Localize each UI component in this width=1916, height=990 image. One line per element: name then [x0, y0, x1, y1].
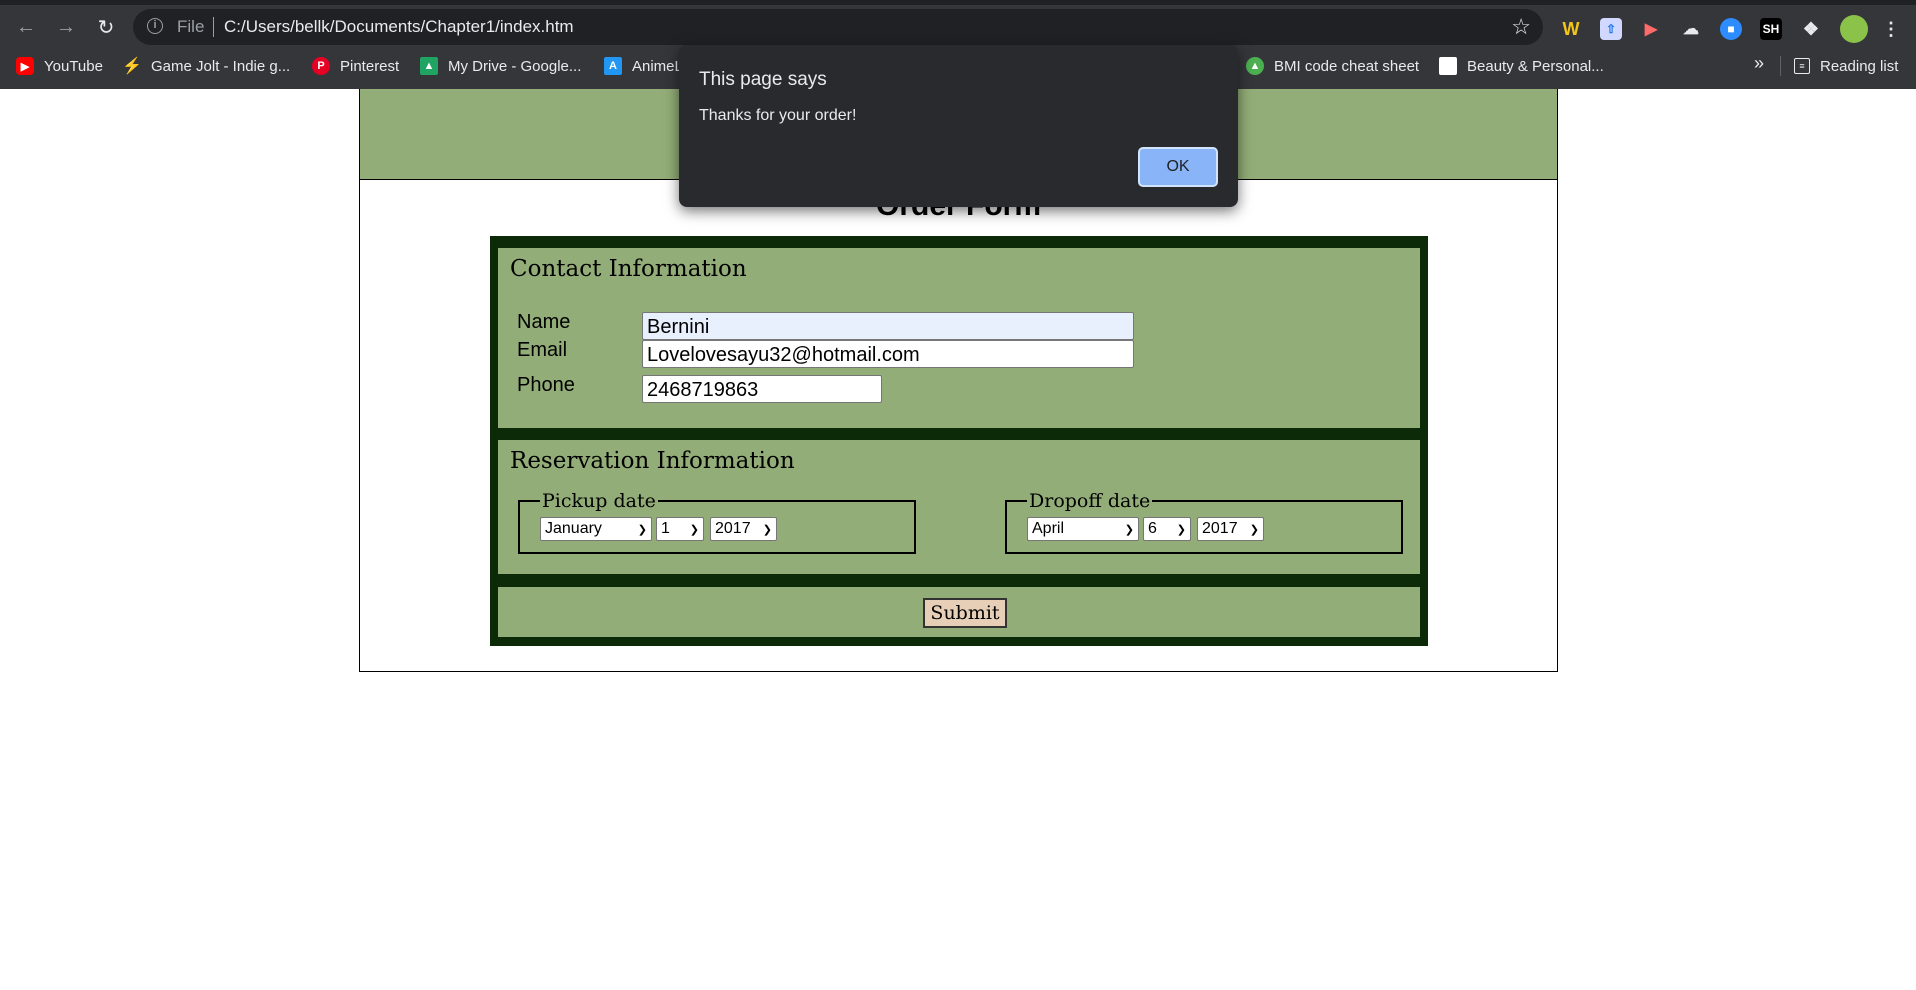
beauty-icon: [1439, 57, 1457, 75]
pickup-month-value: January: [545, 520, 602, 537]
reload-button[interactable]: ↻: [91, 12, 121, 42]
google-drive-icon: ▲: [420, 57, 438, 75]
extension-sh-icon[interactable]: SH: [1760, 18, 1782, 40]
arrow-left-icon: ←: [16, 15, 36, 38]
bookmark-label: Beauty & Personal...: [1467, 57, 1604, 75]
reading-list-icon: ≡: [1794, 58, 1810, 74]
dropoff-day-value: 6: [1148, 520, 1157, 537]
pinterest-icon: P: [312, 57, 330, 75]
info-icon[interactable]: i: [147, 18, 163, 34]
bookmark-pinterest[interactable]: P Pinterest: [312, 55, 399, 77]
contact-section: Contact Information Name Bernini Email L…: [498, 248, 1420, 428]
bookmarks-overflow-button[interactable]: »: [1754, 53, 1764, 74]
bookmark-google-drive[interactable]: ▲ My Drive - Google...: [420, 55, 581, 77]
dropoff-legend: Dropoff date: [1027, 490, 1153, 512]
arrow-right-icon: →: [56, 15, 76, 38]
phone-label: Phone: [517, 374, 575, 396]
pickup-fieldset: Pickup date January ❯ 1 ❯ 2017 ❯: [518, 490, 916, 554]
dialog-title: This page says: [699, 69, 827, 90]
chevron-down-icon: ❯: [1124, 523, 1134, 536]
extension-cloud-icon[interactable]: ☁: [1680, 18, 1702, 40]
bookmark-label: Pinterest: [340, 57, 400, 75]
anime-icon: A: [604, 57, 622, 75]
alert-dialog: This page says Thanks for your order! OK: [679, 45, 1238, 207]
extension-zoom-icon[interactable]: ■: [1720, 18, 1742, 40]
pickup-year-select[interactable]: 2017 ❯: [710, 517, 777, 541]
address-bar[interactable]: i File C:/Users/bellk/Documents/Chapter1…: [133, 9, 1543, 45]
extension-upload-icon[interactable]: ⇧: [1600, 18, 1622, 40]
email-label: Email: [517, 339, 568, 361]
dropoff-year-value: 2017: [1202, 520, 1238, 537]
chevron-down-icon: ❯: [1249, 523, 1259, 536]
extension-video-icon[interactable]: ▶: [1640, 18, 1662, 40]
email-field[interactable]: Lovelovesayu32@hotmail.com: [642, 340, 1134, 368]
gamejolt-icon: ⚡: [122, 58, 142, 75]
profile-avatar[interactable]: [1840, 15, 1868, 43]
pickup-month-select[interactable]: January ❯: [540, 517, 652, 541]
bookmark-youtube[interactable]: ▶ YouTube: [16, 55, 103, 77]
bookmark-label: AnimeL: [632, 57, 683, 75]
forward-button[interactable]: →: [51, 12, 81, 42]
dropoff-month-select[interactable]: April ❯: [1027, 517, 1139, 541]
bookmark-bmi[interactable]: ▲ BMI code cheat sheet: [1246, 55, 1419, 77]
contact-heading: Contact Information: [510, 256, 747, 282]
phone-field[interactable]: 2468719863: [642, 375, 882, 403]
address-url[interactable]: C:/Users/bellk/Documents/Chapter1/index.…: [224, 17, 574, 37]
submit-section: Submit: [498, 587, 1420, 637]
bmi-icon: ▲: [1246, 57, 1264, 75]
bookmark-star-icon[interactable]: ☆: [1511, 14, 1531, 40]
chevron-down-icon: ❯: [637, 523, 647, 536]
bookmark-label: YouTube: [44, 57, 103, 75]
browser-toolbar: ← → ↻ i File C:/Users/bellk/Documents/Ch…: [0, 5, 1916, 49]
bookmark-anime[interactable]: A AnimeL: [604, 55, 683, 77]
extension-w-icon[interactable]: W: [1560, 18, 1582, 40]
reload-icon: ↻: [97, 16, 115, 39]
youtube-icon: ▶: [16, 57, 34, 75]
name-label: Name: [517, 311, 571, 333]
address-divider: [213, 17, 214, 37]
pickup-legend: Pickup date: [540, 490, 658, 512]
dropoff-fieldset: Dropoff date April ❯ 6 ❯ 2017 ❯: [1005, 490, 1403, 554]
bookmark-gamejolt[interactable]: ⚡ Game Jolt - Indie g...: [122, 55, 291, 77]
reservation-section: Reservation Information Pickup date Janu…: [498, 440, 1420, 574]
chevron-down-icon: ❯: [1176, 523, 1186, 536]
chevron-down-icon: ❯: [689, 523, 699, 536]
order-form: Contact Information Name Bernini Email L…: [490, 236, 1428, 646]
ok-button[interactable]: OK: [1138, 147, 1218, 187]
dropoff-year-select[interactable]: 2017 ❯: [1197, 517, 1264, 541]
back-button[interactable]: ←: [11, 12, 41, 42]
bookmark-label: My Drive - Google...: [448, 57, 582, 75]
bookmarks-divider: [1780, 56, 1781, 76]
bookmark-label: BMI code cheat sheet: [1274, 57, 1420, 75]
pickup-year-value: 2017: [715, 520, 751, 537]
extensions-puzzle-icon[interactable]: ❖: [1800, 18, 1822, 40]
pickup-day-value: 1: [661, 520, 670, 537]
reading-list-label: Reading list: [1820, 57, 1899, 75]
reservation-heading: Reservation Information: [510, 448, 795, 474]
pickup-day-select[interactable]: 1 ❯: [656, 517, 704, 541]
dialog-message: Thanks for your order!: [699, 107, 857, 124]
chevron-down-icon: ❯: [762, 523, 772, 536]
menu-kebab-icon[interactable]: ⋮: [1880, 18, 1902, 40]
address-scheme-label: File: [177, 17, 205, 36]
bookmark-label: Game Jolt - Indie g...: [151, 57, 291, 75]
bookmark-beauty[interactable]: Beauty & Personal...: [1439, 55, 1604, 77]
submit-button[interactable]: Submit: [923, 598, 1007, 628]
name-field[interactable]: Bernini: [642, 312, 1134, 340]
reading-list-button[interactable]: ≡ Reading list: [1794, 55, 1898, 77]
dropoff-month-value: April: [1032, 520, 1065, 537]
dropoff-day-select[interactable]: 6 ❯: [1143, 517, 1191, 541]
